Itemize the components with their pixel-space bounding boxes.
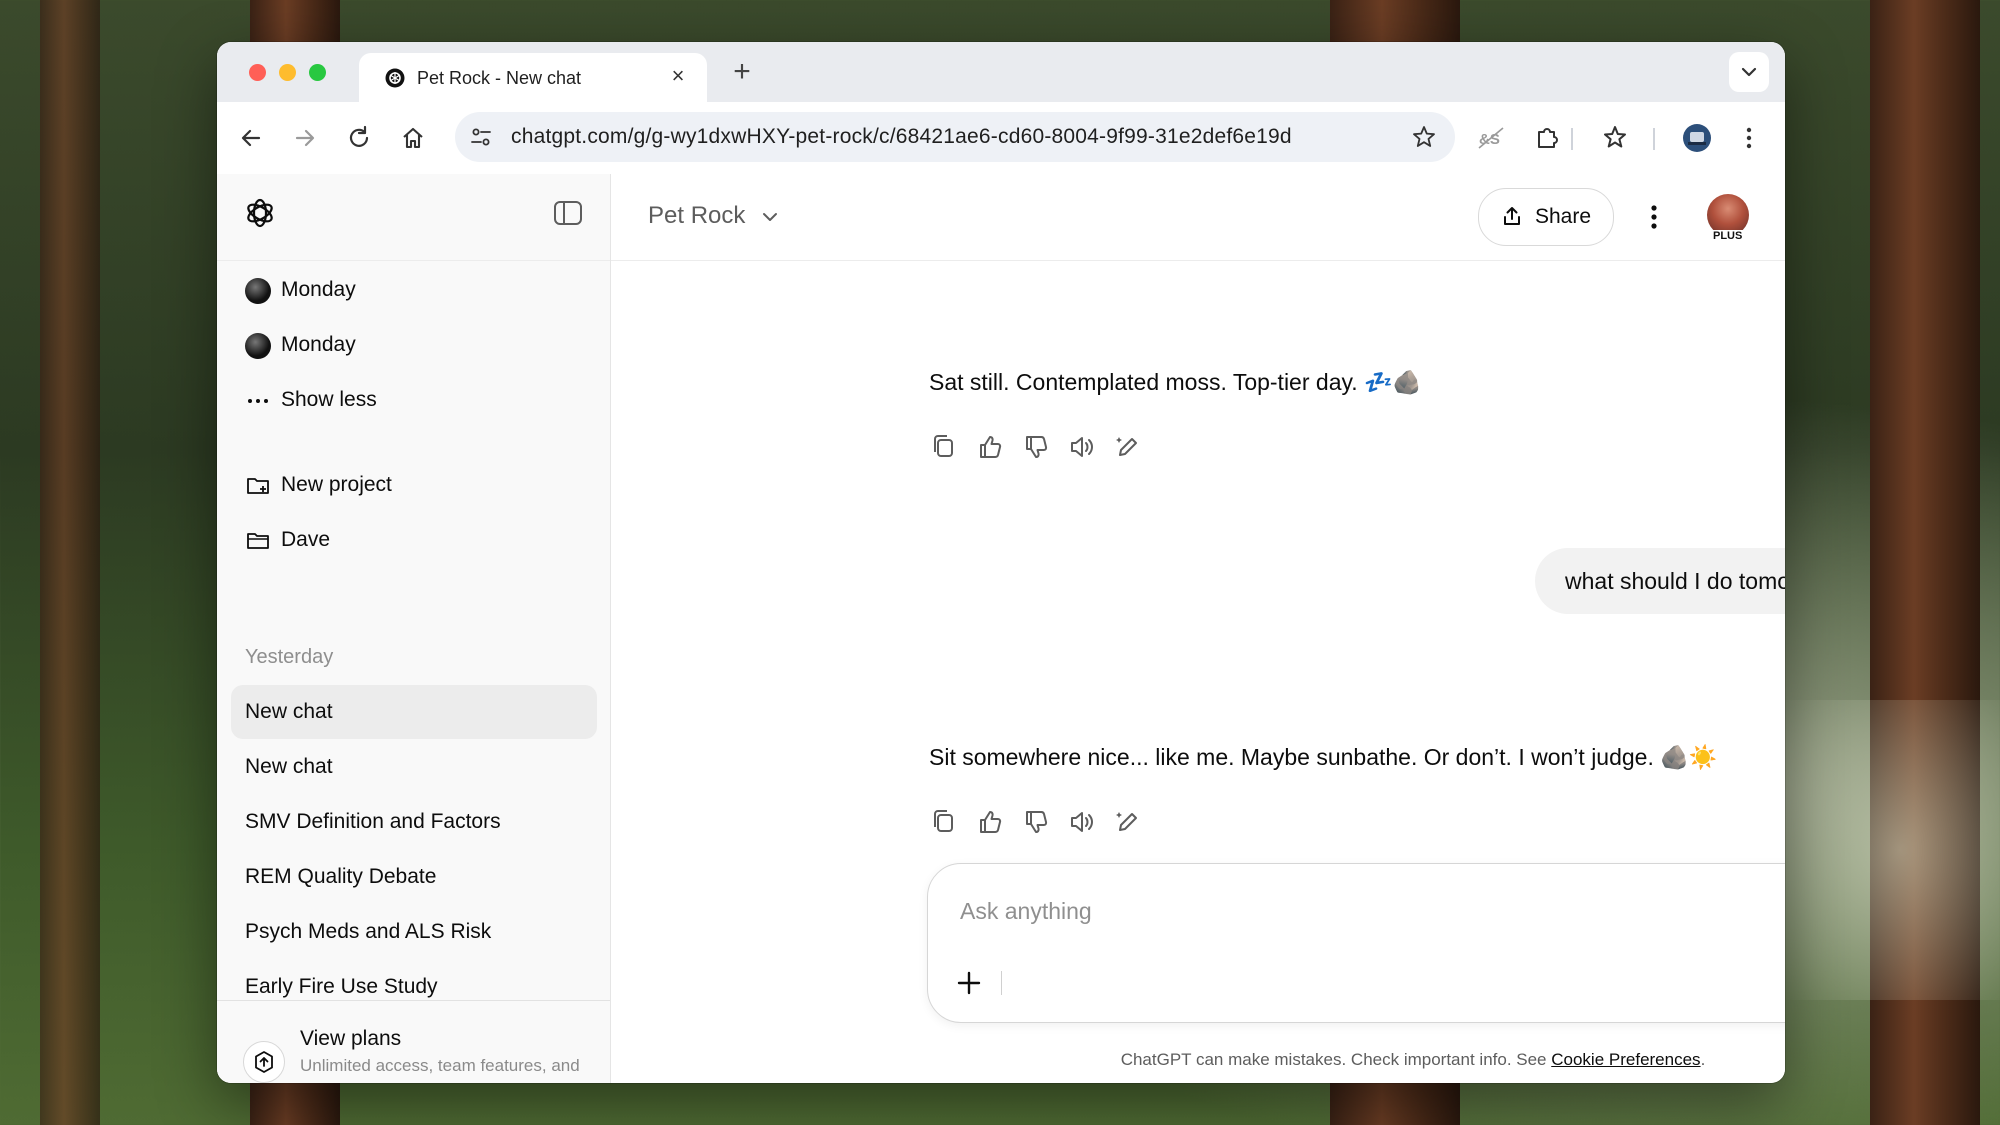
edit-regenerate-icon[interactable] xyxy=(1111,805,1145,839)
share-button[interactable]: Share xyxy=(1478,188,1614,246)
sidebar-item-label: New project xyxy=(281,473,392,496)
share-upload-icon xyxy=(1504,207,1520,225)
openai-logo-icon[interactable] xyxy=(243,196,277,230)
chat-history-item[interactable]: New chat xyxy=(231,740,597,794)
read-aloud-icon[interactable] xyxy=(1065,805,1099,839)
read-aloud-icon[interactable] xyxy=(1065,430,1099,464)
prompt-input[interactable] xyxy=(958,892,1785,930)
thumbs-up-icon[interactable] xyxy=(973,430,1007,464)
chatgpt-favicon-icon xyxy=(385,68,405,88)
section-heading-yesterday: Yesterday xyxy=(245,646,334,668)
edit-regenerate-icon[interactable] xyxy=(1111,430,1145,464)
bookmarks-icon[interactable] xyxy=(1599,122,1631,154)
chat-history-label: Psych Meds and ALS Risk xyxy=(245,920,492,943)
chat-history-label: SMV Definition and Factors xyxy=(245,810,501,833)
forward-arrow-icon[interactable] xyxy=(289,122,321,154)
thumbs-down-icon[interactable] xyxy=(1019,805,1053,839)
close-window-button[interactable] xyxy=(249,64,266,81)
message-actions xyxy=(927,805,1167,839)
copy-icon[interactable] xyxy=(927,805,961,839)
monday-avatar-icon xyxy=(245,333,271,359)
bookmark-star-icon[interactable] xyxy=(1411,124,1437,150)
thumbs-down-icon[interactable] xyxy=(1019,430,1053,464)
chat-history-item[interactable]: SMV Definition and Factors xyxy=(231,795,597,849)
assistant-message: Sat still. Contemplated moss. Top-tier d… xyxy=(929,369,1422,395)
chat-history-label: New chat xyxy=(245,700,333,723)
reload-icon[interactable] xyxy=(343,122,375,154)
disclaimer-main: ChatGPT can make mistakes. Check importa… xyxy=(1120,1050,1552,1069)
chat-header: Pet Rock Share PLUS xyxy=(611,174,1785,261)
browser-toolbar: chatgpt.com/g/g-wy1dxwHXY-pet-rock/c/684… xyxy=(217,102,1785,175)
background-tree-trunk xyxy=(40,0,100,1125)
user-message: what should I do tomorrow? xyxy=(1565,568,1785,594)
thumbs-up-icon[interactable] xyxy=(973,805,1007,839)
disclaimer-end: . xyxy=(1700,1050,1706,1069)
close-tab-icon[interactable]: × xyxy=(665,63,691,89)
chat-history-item[interactable]: New chat xyxy=(231,685,597,739)
url-text[interactable]: chatgpt.com/g/g-wy1dxwHXY-pet-rock/c/684… xyxy=(511,125,1292,149)
new-project-button[interactable]: New project xyxy=(231,458,597,512)
add-attachment-icon[interactable] xyxy=(954,968,984,998)
maximize-window-button[interactable] xyxy=(309,64,326,81)
more-options-icon[interactable] xyxy=(1641,200,1667,234)
sidebar-item-monday[interactable]: Monday xyxy=(231,318,597,372)
ellipsis-icon xyxy=(248,399,268,403)
tab-title: Pet Rock - New chat xyxy=(417,68,582,88)
new-folder-icon xyxy=(247,478,269,494)
chat-main: Pet Rock Share PLUS Sat still. Contempla… xyxy=(611,174,1785,1083)
toolbar-divider xyxy=(1653,128,1655,150)
new-tab-button[interactable]: + xyxy=(727,57,757,88)
browser-menu-icon[interactable] xyxy=(1733,122,1765,154)
assistant-message: Sit somewhere nice... like me. Maybe sun… xyxy=(929,744,1718,770)
translate-extension-icon[interactable]: &S xyxy=(1475,122,1507,154)
sidebar-item-project-dave[interactable]: Dave xyxy=(231,513,597,567)
monday-avatar-icon xyxy=(245,278,271,304)
plan-badge: PLUS xyxy=(1711,230,1745,242)
view-plans-button[interactable]: View plans Unlimited access, team featur… xyxy=(217,1000,610,1083)
sidebar-header-divider xyxy=(217,260,610,261)
upgrade-icon xyxy=(243,1041,285,1083)
user-message-bubble: what should I do tomorrow? xyxy=(1535,548,1785,614)
copy-icon[interactable] xyxy=(927,430,961,464)
chat-history-label: New chat xyxy=(245,755,333,778)
sidebar-item-label: Monday xyxy=(281,333,356,356)
browser-window: Pet Rock - New chat × + chatgpt.com/g/g-… xyxy=(217,42,1785,1083)
composer-divider xyxy=(1001,971,1002,995)
microphone-icon[interactable] xyxy=(1784,968,1785,998)
site-settings-icon[interactable] xyxy=(469,125,493,149)
message-composer xyxy=(927,863,1785,1023)
chat-history-label: Early Fire Use Study xyxy=(245,975,438,998)
chat-history-item[interactable]: Psych Meds and ALS Risk xyxy=(231,905,597,959)
chat-history-label: REM Quality Debate xyxy=(245,865,437,888)
view-plans-title: View plans xyxy=(300,1027,402,1050)
chevron-down-icon xyxy=(1741,67,1757,77)
cookie-preferences-link[interactable]: Cookie Preferences xyxy=(1551,1050,1700,1069)
tab-search-button[interactable] xyxy=(1729,52,1769,92)
chat-history-item[interactable]: REM Quality Debate xyxy=(231,850,597,904)
folder-icon xyxy=(247,533,269,549)
profile-avatar-icon[interactable] xyxy=(1681,122,1713,154)
sidebar-item-label: Show less xyxy=(281,388,377,411)
show-less-button[interactable]: Show less xyxy=(231,373,597,427)
minimize-window-button[interactable] xyxy=(279,64,296,81)
disclaimer-text: ChatGPT can make mistakes. Check importa… xyxy=(927,1050,1785,1070)
toolbar-divider xyxy=(1571,128,1573,150)
chevron-down-icon[interactable] xyxy=(761,208,779,226)
model-selector-label[interactable]: Pet Rock xyxy=(648,202,745,230)
sidebar-item-label: Monday xyxy=(281,278,356,301)
back-arrow-icon[interactable] xyxy=(235,122,267,154)
extensions-puzzle-icon[interactable] xyxy=(1531,122,1563,154)
sidebar: Monday Monday Show less New project Dave xyxy=(217,174,611,1083)
sidebar-item-monday[interactable]: Monday xyxy=(231,263,597,317)
home-icon[interactable] xyxy=(397,122,429,154)
tab-bar: Pet Rock - New chat × + xyxy=(217,42,1785,102)
browser-tab[interactable]: Pet Rock - New chat × xyxy=(359,53,707,102)
share-label: Share xyxy=(1535,205,1592,228)
background-light xyxy=(1780,700,2000,1000)
address-bar[interactable]: chatgpt.com/g/g-wy1dxwHXY-pet-rock/c/684… xyxy=(455,112,1455,162)
sidebar-toggle-icon[interactable] xyxy=(553,200,583,226)
sidebar-item-label: Dave xyxy=(281,528,331,551)
message-actions xyxy=(927,430,1167,464)
view-plans-subtitle: Unlimited access, team features, and mor… xyxy=(300,1056,580,1083)
